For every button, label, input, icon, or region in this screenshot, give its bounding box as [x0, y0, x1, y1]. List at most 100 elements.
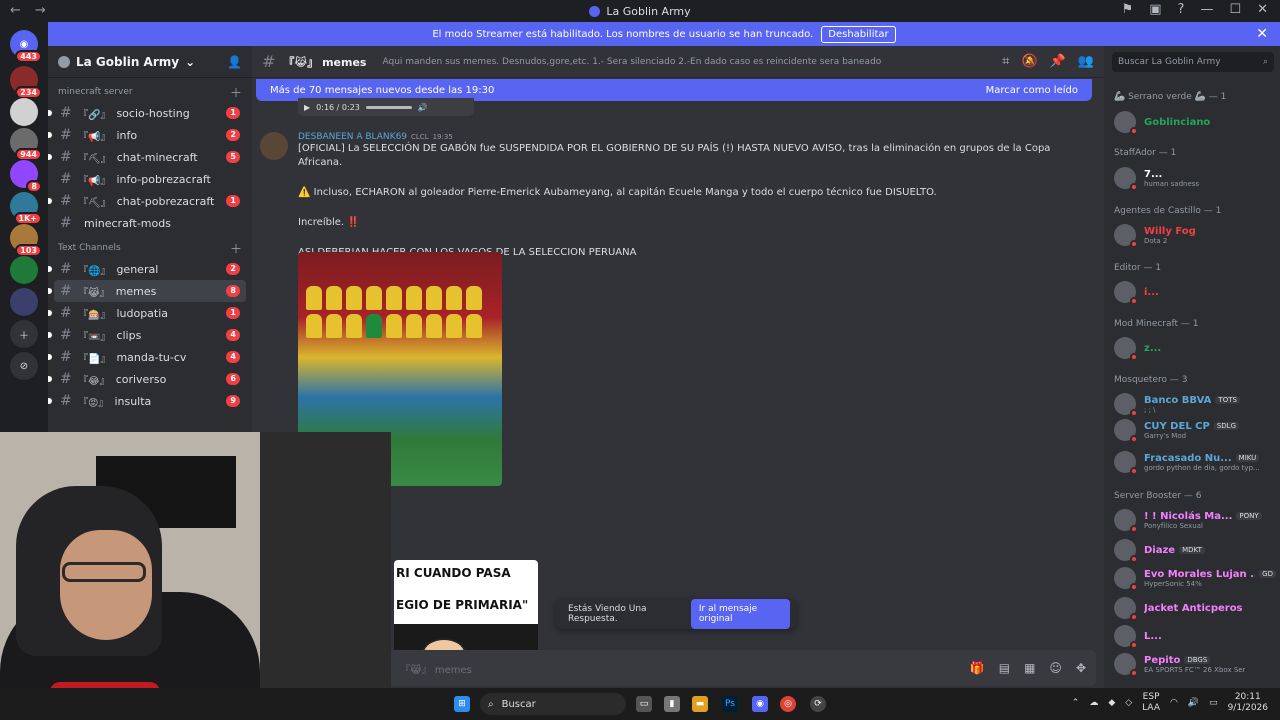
avatar[interactable] [260, 132, 288, 160]
member-name: 7... [1144, 168, 1163, 180]
channel-insulta[interactable]: # 『😡』 insulta 9 [48, 390, 246, 412]
server-icon-4[interactable]: 8 [10, 160, 42, 193]
wifi-icon[interactable]: ◠ [1170, 698, 1178, 708]
app-tray-icon[interactable]: ◆ [1108, 698, 1115, 708]
member-item[interactable]: Goblinciano [1114, 108, 1276, 136]
explore-icon[interactable]: ⊘ [10, 352, 38, 380]
server-icon-7[interactable] [10, 256, 38, 284]
audio-player[interactable]: ▶ 0:16 / 0:23 🔊 [298, 98, 474, 116]
server-badge: 8 [26, 180, 42, 193]
member-item[interactable]: Diaze MDKT [1114, 536, 1276, 564]
mute-bell-icon[interactable]: 🔕 [1021, 54, 1037, 69]
channel-topic[interactable]: Aqui manden sus memes. Desnudos,gore,etc… [382, 57, 881, 67]
hash-icon: # [60, 193, 72, 209]
avatar [1114, 653, 1138, 677]
clock[interactable]: 20:11 9/1/2026 [1228, 692, 1268, 714]
file-explorer-icon[interactable]: ▬ [692, 696, 708, 712]
member-item[interactable]: L... [1114, 622, 1276, 650]
channel-clips[interactable]: # 『📼』 clips 4 [48, 324, 246, 346]
disable-streamer-button[interactable]: Deshabilitar [821, 25, 896, 43]
guild-header[interactable]: La Goblin Army ⌄ 👤 [48, 46, 252, 78]
forward-arrow-icon[interactable]: → [35, 3, 46, 18]
channel-coriverso[interactable]: # 『😂』 coriverso 6 [48, 368, 246, 390]
server-icon-8[interactable] [10, 288, 38, 316]
mark-as-read-button[interactable]: Marcar como leído [986, 85, 1078, 96]
author-name[interactable]: DESBANEEN A BLANK69 [298, 132, 407, 142]
windows-start-icon[interactable]: ⊞ [454, 696, 470, 712]
server-search-input[interactable]: Buscar La Goblin Army ⌕ [1112, 52, 1274, 72]
volume-icon[interactable]: 🔊 [418, 103, 428, 112]
screen-icon[interactable]: ▣ [1149, 2, 1161, 17]
server-icon-3[interactable]: 944 [10, 128, 42, 161]
channel-manda-tu-cv[interactable]: # 『📄』 manda-tu-cv 4 [48, 346, 246, 368]
member-item[interactable]: Jacket Anticperos [1114, 594, 1276, 622]
maximize-icon[interactable]: ☐ [1229, 2, 1241, 17]
channel-info[interactable]: # 『📢』 info 2 [48, 124, 246, 146]
chevron-up-icon[interactable]: ⌃ [1072, 698, 1080, 708]
channel-chat-minecraft[interactable]: # 『⛏』 chat-minecraft 5 [48, 146, 246, 168]
plus-icon[interactable]: ＋ [230, 84, 242, 101]
app-icon[interactable]: ▮ [664, 696, 680, 712]
channel-minecraft-mods[interactable]: # minecraft-mods [54, 212, 246, 234]
chrome-icon[interactable]: ◎ [780, 696, 796, 712]
server-badge: 1K+ [13, 212, 42, 225]
member-item[interactable]: i... [1114, 278, 1276, 306]
network-icon[interactable]: ☁ [1089, 698, 1098, 708]
category-label: Text Channels [58, 243, 121, 253]
member-item[interactable]: Fracasado Nu... MIKU gordo python de dia, … [1114, 448, 1276, 476]
category-minecraft[interactable]: minecraft server ＋ [48, 82, 252, 102]
members-icon[interactable]: 👥 [1078, 54, 1094, 69]
audio-progress[interactable] [365, 105, 412, 109]
member-item[interactable]: 7... human sadness [1114, 164, 1276, 192]
category-text-channels[interactable]: Text Channels ＋ [48, 238, 252, 258]
discord-icon[interactable]: ◉ [752, 696, 768, 712]
minimize-icon[interactable]: — [1200, 2, 1213, 17]
language-indicator[interactable]: ESP LAA [1142, 692, 1160, 714]
add-member-icon[interactable]: 👤 [227, 55, 242, 69]
server-icon-1[interactable]: 234 [10, 66, 42, 99]
inbox-icon[interactable]: ⚑ [1122, 2, 1134, 17]
apps-icon[interactable]: ✥ [1076, 661, 1086, 675]
app-icon[interactable]: ⟳ [810, 696, 826, 712]
back-arrow-icon[interactable]: ← [10, 3, 21, 18]
photoshop-icon[interactable]: Ps [722, 696, 738, 712]
sticker-icon[interactable]: ▦ [1024, 661, 1035, 675]
plus-icon[interactable]: ＋ [230, 240, 242, 257]
task-view-icon[interactable]: ▭ [636, 696, 652, 712]
close-banner-icon[interactable]: ✕ [1256, 26, 1268, 42]
server-icon-2[interactable] [10, 98, 38, 126]
member-item[interactable]: CUY DEL CP SDLG Garry's Mod [1114, 416, 1276, 444]
channel-info-pobrezacraft[interactable]: # 『📢』 info-pobrezacraft [54, 168, 246, 190]
gif-icon[interactable]: ▤ [999, 661, 1010, 675]
direct-messages-button[interactable]: ◉ 443 [10, 30, 42, 63]
emoji-icon[interactable]: ☺ [1049, 661, 1062, 675]
server-icon-6[interactable]: 103 [10, 224, 42, 257]
help-icon[interactable]: ? [1178, 2, 1185, 17]
member-item[interactable]: Evo Morales Lujan ... GD HyperSonic 54% [1114, 564, 1276, 592]
volume-icon[interactable]: 🔊 [1188, 698, 1199, 708]
shield-icon[interactable]: ◇ [1125, 698, 1132, 708]
pin-icon[interactable]: 📌 [1050, 54, 1066, 69]
server-icon-5[interactable]: 1K+ [10, 192, 42, 225]
gift-icon[interactable]: 🎁 [970, 661, 985, 675]
member-item[interactable]: z... [1114, 334, 1276, 362]
mention-badge: 8 [226, 285, 240, 297]
member-item[interactable]: ! ! Nicolás Ma... PONY Ponyfílico Sexual [1114, 506, 1276, 534]
channel-ludopatia[interactable]: # 『🎰』 ludopatia 1 [48, 302, 246, 324]
channel-socio-hosting[interactable]: # 『🔗』 socio-hosting 1 [48, 102, 246, 124]
server-badge: 103 [15, 244, 42, 257]
go-to-original-button[interactable]: Ir al mensaje original [690, 599, 790, 629]
mention-badge: 4 [226, 351, 240, 363]
close-window-icon[interactable]: ✕ [1257, 2, 1268, 17]
play-icon[interactable]: ▶ [304, 103, 310, 112]
channel-general[interactable]: # 『🌐』 general 2 [48, 258, 246, 280]
add-server-icon[interactable]: ＋ [10, 320, 38, 348]
channel-memes[interactable]: # 『😹』 memes 8 [48, 280, 246, 302]
member-item[interactable]: Banco BBVA TOTS ; ; \ [1114, 390, 1276, 418]
battery-icon[interactable]: ▭ [1209, 698, 1218, 708]
channel-chat-pobrezacraft[interactable]: # 『⛏』 chat-pobrezacraft 1 [48, 190, 246, 212]
member-item[interactable]: Pepito DBGS EA SPORTS FC™ 26 Xbox Ser [1114, 650, 1276, 678]
member-item[interactable]: Willy Fog Dota 2 [1114, 221, 1276, 249]
threads-icon[interactable]: ⌗ [1002, 54, 1009, 69]
taskbar-search[interactable]: ⌕ Buscar [480, 693, 626, 715]
